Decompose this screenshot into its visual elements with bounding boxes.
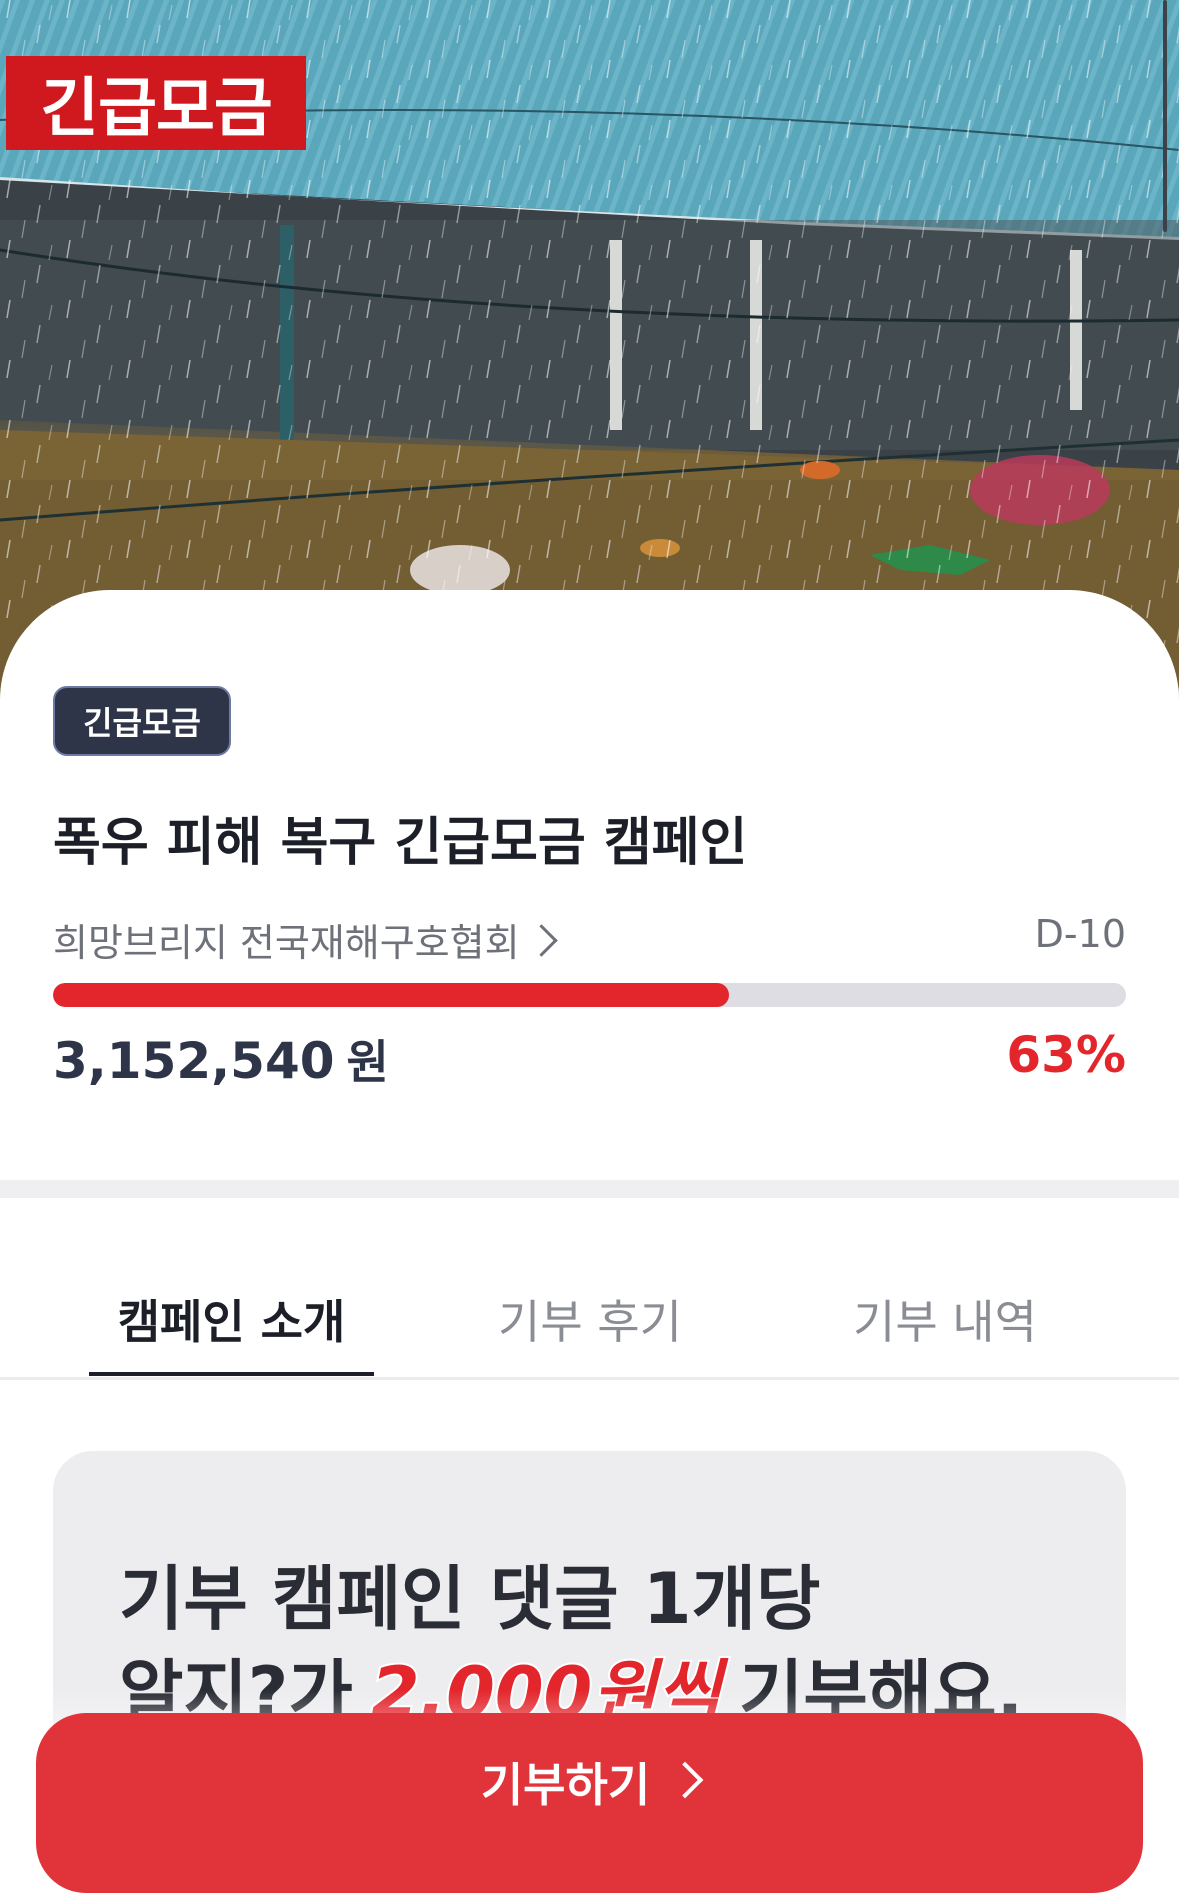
d-day-counter: D-10 bbox=[1034, 912, 1126, 956]
funding-progress-fill bbox=[53, 983, 729, 1007]
tab-campaign-intro[interactable]: 캠페인 소개 bbox=[89, 1286, 374, 1352]
active-tab-indicator bbox=[89, 1372, 374, 1376]
raised-amount-unit: 원 bbox=[346, 1035, 389, 1089]
raised-amount-value: 3,152,540 bbox=[53, 1032, 335, 1090]
organization-link[interactable]: 희망브리지 전국재해구호협회 bbox=[53, 912, 558, 967]
section-divider bbox=[0, 1180, 1179, 1198]
promo-line-1: 기부 캠페인 댓글 1개당 bbox=[119, 1558, 821, 1640]
hero-urgent-tag: 긴급모금 bbox=[6, 56, 306, 150]
funding-percent: 63% bbox=[1006, 1026, 1126, 1084]
donate-button-label: 기부하기 bbox=[480, 1758, 651, 1812]
organization-name: 희망브리지 전국재해구호협회 bbox=[53, 921, 520, 965]
funding-stats-row: 3,152,540 원 63% bbox=[53, 1026, 1126, 1096]
chevron-right-icon bbox=[524, 924, 558, 957]
category-badge: 긴급모금 bbox=[53, 686, 231, 756]
raised-amount: 3,152,540 원 bbox=[53, 1026, 389, 1092]
tab-donation-history[interactable]: 기부 내역 bbox=[795, 1286, 1095, 1352]
tab-donation-reviews[interactable]: 기부 후기 bbox=[440, 1286, 740, 1352]
organization-row: 희망브리지 전국재해구호협회 D-10 bbox=[53, 912, 1126, 968]
scrollbar-thumb[interactable] bbox=[1163, 0, 1167, 232]
chevron-right-icon bbox=[666, 1761, 704, 1799]
campaign-title: 폭우 피해 복구 긴급모금 캠페인 bbox=[53, 813, 748, 873]
donate-button[interactable]: 기부하기 bbox=[36, 1713, 1143, 1893]
campaign-tab-bar: 캠페인 소개 기부 후기 기부 내역 bbox=[0, 1198, 1179, 1380]
funding-progress-bar bbox=[53, 983, 1126, 1007]
